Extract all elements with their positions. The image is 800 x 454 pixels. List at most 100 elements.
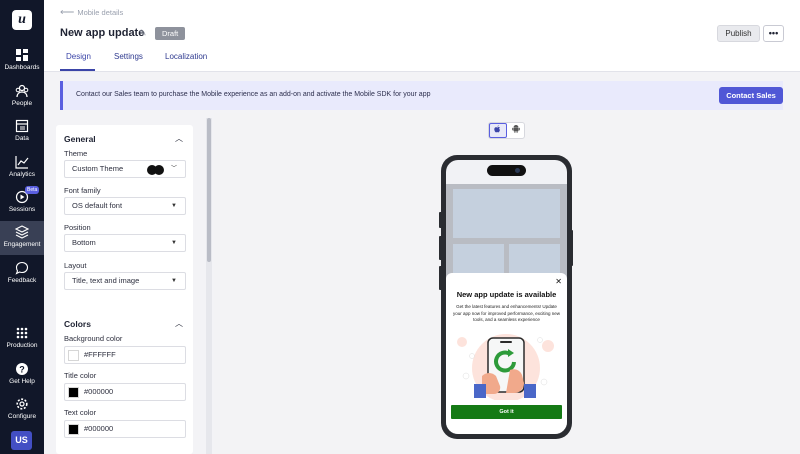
- analytics-icon: [15, 156, 29, 169]
- position-value: Bottom: [72, 238, 96, 247]
- theme-label: Theme: [64, 149, 88, 158]
- position-label: Position: [64, 223, 91, 232]
- color-swatch[interactable]: [68, 387, 79, 398]
- font-family-label: Font family: [64, 186, 101, 195]
- color-swatch[interactable]: [68, 424, 79, 435]
- svg-text:?: ?: [19, 365, 25, 375]
- panel-scrollbar-thumb[interactable]: [207, 118, 211, 262]
- section-title: Colors: [64, 319, 91, 329]
- nav-dashboards[interactable]: Dashboards: [0, 44, 44, 78]
- ios-toggle-button[interactable]: [489, 123, 507, 138]
- avatar[interactable]: US: [11, 431, 32, 450]
- nav-label: Get Help: [9, 378, 35, 385]
- update-illustration-icon: [452, 332, 561, 400]
- layout-label: Layout: [64, 261, 87, 270]
- title-color-input[interactable]: #000000: [64, 383, 186, 401]
- caret-down-icon: ▼: [171, 203, 177, 209]
- nav-engagement[interactable]: Engagement: [0, 221, 44, 255]
- help-icon: ?: [16, 363, 28, 375]
- banner-text: Contact our Sales team to purchase the M…: [76, 91, 431, 98]
- caret-down-icon: ▼: [171, 278, 177, 284]
- chevron-up-icon[interactable]: ︿: [175, 318, 183, 329]
- nav-label: Feedback: [7, 277, 37, 284]
- nav-label: Configure: [7, 413, 37, 420]
- configure-icon: [16, 398, 28, 410]
- dashboards-icon: [16, 49, 28, 61]
- nav-analytics[interactable]: Analytics: [0, 151, 44, 185]
- dynamic-island: [487, 165, 526, 176]
- nav-sessions[interactable]: Beta Sessions: [0, 186, 44, 220]
- got-it-button[interactable]: Got it: [451, 405, 562, 419]
- back-link-label: Mobile details: [77, 8, 124, 17]
- status-badge: Draft: [155, 27, 186, 40]
- modal-title: New app update is available: [456, 290, 557, 299]
- beta-badge: Beta: [25, 186, 40, 194]
- nav-production[interactable]: Production: [0, 322, 44, 356]
- nav-data[interactable]: Data: [0, 115, 44, 149]
- production-icon: [16, 327, 28, 339]
- publish-button[interactable]: Publish: [717, 25, 760, 42]
- nav-label: Sessions: [8, 206, 36, 213]
- update-modal: ✕ New app update is available Get the la…: [446, 273, 567, 434]
- nav-label: Data: [15, 135, 29, 142]
- page-header: ⟵ Mobile details New app update ✎ Draft P…: [44, 0, 800, 72]
- text-color-label: Text color: [64, 408, 97, 417]
- contact-sales-button[interactable]: Contact Sales: [719, 87, 783, 104]
- theme-swatch-icon: [147, 165, 169, 175]
- background-color-value: #FFFFFF: [84, 350, 116, 359]
- arrow-left-icon: ⟵: [60, 7, 75, 18]
- nav-configure[interactable]: Configure: [0, 393, 44, 427]
- chevron-up-icon[interactable]: ︿: [175, 133, 183, 144]
- nav-feedback[interactable]: Feedback: [0, 257, 44, 291]
- chevron-down-icon: ﹀: [170, 166, 177, 172]
- engagement-icon: [15, 225, 29, 239]
- caret-down-icon: ▼: [171, 240, 177, 246]
- tab-design[interactable]: Design: [66, 52, 91, 61]
- text-color-value: #000000: [84, 424, 114, 433]
- more-options-button[interactable]: •••: [763, 25, 784, 42]
- modal-body: Get the latest features and enhancements…: [452, 304, 561, 323]
- nav-label: Analytics: [8, 171, 35, 178]
- data-icon: [15, 119, 29, 133]
- nav-label: Engagement: [3, 241, 41, 248]
- left-nav: u Dashboards People Data Analytics Beta …: [0, 0, 44, 454]
- layout-select[interactable]: Title, text and image ▼: [64, 272, 186, 290]
- active-tab-indicator: [60, 69, 95, 71]
- nav-people[interactable]: People: [0, 80, 44, 114]
- android-toggle-button[interactable]: [507, 123, 525, 138]
- position-select[interactable]: Bottom ▼: [64, 234, 186, 252]
- title-color-label: Title color: [64, 371, 97, 380]
- android-icon: [512, 125, 520, 133]
- nav-get-help[interactable]: ? Get Help: [0, 358, 44, 392]
- phone-mockup: ✕ New app update is available Get the la…: [441, 155, 572, 439]
- pencil-icon[interactable]: ✎: [139, 28, 147, 39]
- people-icon: [15, 84, 29, 98]
- back-link[interactable]: ⟵ Mobile details: [60, 7, 123, 18]
- background-color-label: Background color: [64, 334, 123, 343]
- nav-label: Dashboards: [4, 64, 40, 71]
- nav-label: People: [11, 100, 33, 107]
- close-icon[interactable]: ✕: [555, 277, 562, 286]
- layout-value: Title, text and image: [72, 276, 140, 285]
- title-color-value: #000000: [84, 387, 114, 396]
- logo[interactable]: u: [12, 10, 32, 30]
- tab-settings[interactable]: Settings: [114, 52, 143, 61]
- background-color-input[interactable]: #FFFFFF: [64, 346, 186, 364]
- font-family-value: OS default font: [72, 201, 123, 210]
- colors-section: Colors ︿ Background color #FFFFFF Title …: [56, 310, 193, 454]
- text-color-input[interactable]: #000000: [64, 420, 186, 438]
- color-swatch[interactable]: [68, 350, 79, 361]
- design-settings-panel: General ︿ Theme Custom Theme ﹀ Font fami…: [56, 118, 193, 454]
- font-family-select[interactable]: OS default font ▼: [64, 197, 186, 215]
- camera-icon: [515, 168, 520, 173]
- upsell-banner: Contact our Sales team to purchase the M…: [60, 81, 783, 110]
- phone-screen: ✕ New app update is available Get the la…: [446, 160, 567, 434]
- tab-localization[interactable]: Localization: [165, 52, 207, 61]
- os-toggle: [488, 122, 525, 139]
- feedback-icon: [15, 261, 29, 275]
- apple-icon: [494, 125, 500, 133]
- theme-select[interactable]: Custom Theme ﹀: [64, 160, 186, 178]
- section-title: General: [64, 134, 96, 144]
- nav-label: Production: [6, 342, 38, 349]
- theme-value: Custom Theme: [72, 164, 124, 173]
